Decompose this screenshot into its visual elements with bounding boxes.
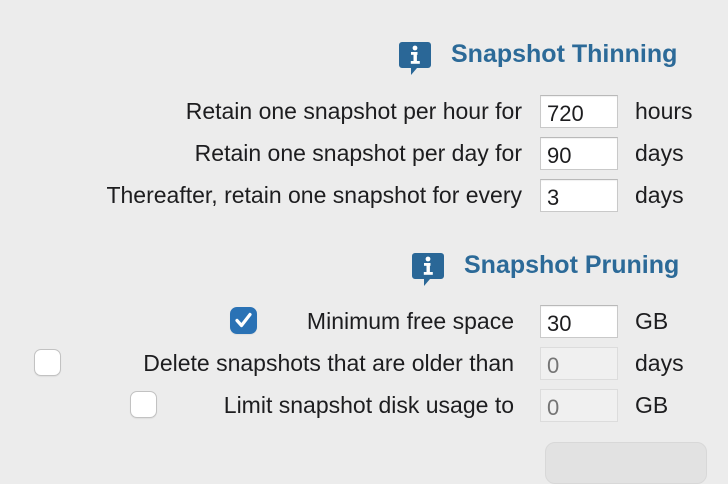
- minimum-free-space-field[interactable]: [540, 305, 618, 338]
- retain-hourly-unit: hours: [635, 98, 693, 124]
- minimum-free-space-label[interactable]: Minimum free space: [307, 306, 514, 336]
- limit-disk-usage-label[interactable]: Limit snapshot disk usage to: [224, 390, 514, 420]
- retain-thereafter-field[interactable]: [540, 179, 618, 212]
- partial-button[interactable]: [545, 442, 707, 484]
- retain-thereafter-label: Thereafter, retain one snapshot for ever…: [106, 182, 522, 208]
- retain-hourly-field[interactable]: [540, 95, 618, 128]
- delete-older-snapshots-checkbox[interactable]: [34, 349, 61, 376]
- checkmark-icon: [235, 312, 252, 328]
- minimum-free-space-checkbox[interactable]: [230, 307, 257, 334]
- retain-daily-unit: days: [635, 140, 684, 166]
- pruning-section-title: Snapshot Pruning: [464, 251, 680, 279]
- limit-disk-usage-field[interactable]: [540, 389, 618, 422]
- limit-disk-usage-unit: GB: [635, 392, 669, 418]
- retain-daily-field[interactable]: [540, 137, 618, 170]
- minimum-free-space-unit: GB: [635, 308, 669, 334]
- delete-older-snapshots-unit: days: [635, 350, 684, 376]
- thinning-info-icon[interactable]: [398, 40, 432, 80]
- pruning-info-icon[interactable]: [411, 251, 445, 291]
- limit-disk-usage-checkbox[interactable]: [130, 391, 157, 418]
- thinning-section-title: Snapshot Thinning: [451, 40, 678, 68]
- retain-daily-label: Retain one snapshot per day for: [194, 140, 522, 166]
- retain-hourly-label: Retain one snapshot per hour for: [185, 98, 522, 124]
- retain-thereafter-unit: days: [635, 182, 684, 208]
- delete-older-snapshots-field[interactable]: [540, 347, 618, 380]
- delete-older-snapshots-label[interactable]: Delete snapshots that are older than: [143, 348, 514, 378]
